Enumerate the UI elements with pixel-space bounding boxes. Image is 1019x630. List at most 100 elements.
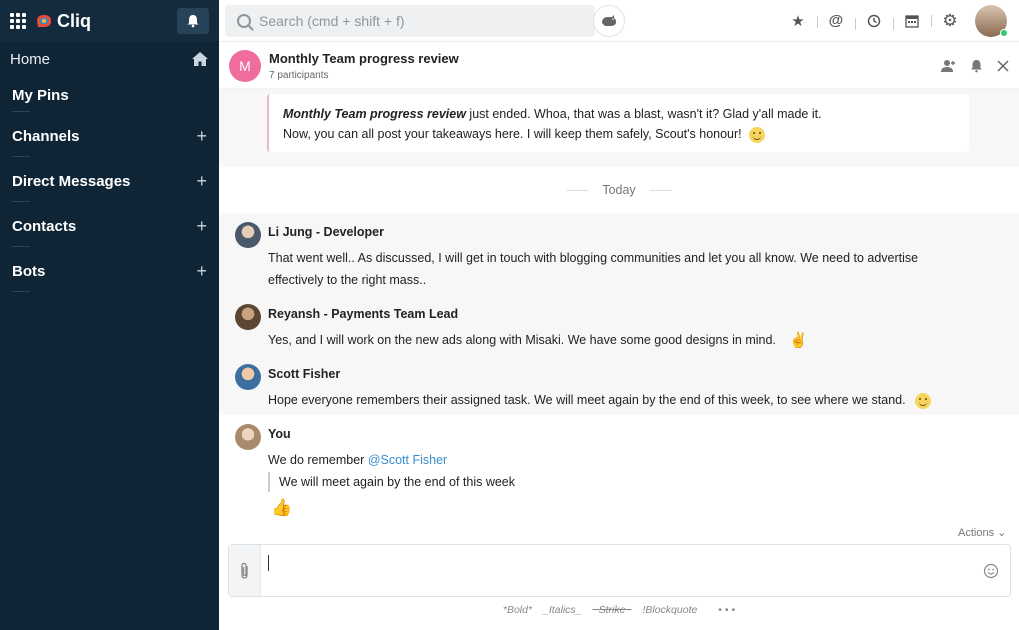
message-text-content: We do remember [268,453,368,467]
message-sender[interactable]: Scott Fisher [268,367,340,381]
history-icon [867,14,881,27]
text-cursor [268,555,269,571]
victory-hand-emoji-icon: ✌ [789,331,809,349]
conversation-info[interactable]: Monthly Team progress review 7 participa… [269,51,459,81]
avatar[interactable] [235,222,261,248]
participants-count[interactable]: 7 participants [269,70,459,81]
notification-bell-button[interactable] [177,8,209,34]
message-item: You We do remember @Scott Fisher We will… [219,415,1019,521]
avatar[interactable] [235,424,261,450]
sidebar-item-label: Bots [12,263,46,280]
quoted-text: We will meet again by the end of this we… [268,472,515,492]
search-placeholder: Search (cmd + shift + f) [259,12,405,29]
add-channel-button[interactable]: + [196,126,207,147]
history-button[interactable] [855,14,893,30]
app-name: Cliq [57,10,91,31]
conversation-title: Monthly Team progress review [269,50,459,66]
app-logo[interactable]: Cliq [35,11,91,32]
search-icon [237,13,251,28]
bot-message-line-2: Now, you can all post your takeaways her… [283,124,955,144]
search-input[interactable]: Search (cmd + shift + f) [225,4,595,37]
top-bar: Search (cmd + shift + f) ★ @ ⚙ [219,0,1019,42]
more-formats-button[interactable]: • • • [718,604,735,616]
sidebar-item-contacts[interactable]: Contacts + [0,204,219,249]
add-participant-icon[interactable] [941,59,956,73]
mentions-button[interactable]: @ [817,12,855,29]
date-divider-label: Today [602,183,636,197]
message-item: Scott Fisher Hope everyone remembers the… [219,355,1019,415]
message-text: We do remember @Scott Fisher [268,449,948,471]
home-icon [192,52,208,66]
online-status-dot [1000,28,1008,37]
message-sender[interactable]: Li Jung - Developer [268,225,384,239]
message-list[interactable]: Monthly Team progress review just ended.… [219,89,1019,521]
message-text-content: Yes, and I will work on the new ads alon… [268,333,776,347]
sidebar-home[interactable]: Home [0,42,219,76]
new-chat-button[interactable] [593,4,625,37]
message-sender[interactable]: Reyansh - Payments Team Lead [268,307,458,321]
calendar-button[interactable] [893,14,931,30]
format-hint-blockquote: !Blockquote [642,604,698,616]
sidebar-item-label: My Pins [12,86,69,104]
avatar[interactable] [235,304,261,330]
message-sender[interactable]: You [268,427,291,441]
bot-message-line-1: Monthly Team progress review just ended.… [283,104,955,124]
user-avatar[interactable] [975,4,1008,37]
format-hints: *Bold* _Italics_ ~Strike~ !Blockquote • … [219,604,1019,616]
conversation-actions [941,59,1009,73]
sidebar-item-bots[interactable]: Bots + [0,249,219,294]
bot-message-card: Monthly Team progress review just ended.… [267,94,969,152]
message-text-content: Hope everyone remembers their assigned t… [268,393,906,407]
home-label: Home [10,50,51,68]
user-mention-link[interactable]: @Scott Fisher [368,453,447,467]
at-icon: @ [828,12,844,29]
sidebar-item-my-pins[interactable]: My Pins [0,76,219,114]
top-icons: ★ @ ⚙ [779,0,1019,42]
thumbs-up-emoji-icon: 👍 [271,498,293,517]
emoji-picker-button[interactable] [972,545,1010,596]
gear-icon: ⚙ [942,10,958,30]
close-icon[interactable] [997,59,1009,72]
smile-emoji-icon [749,126,766,143]
message-item: Li Jung - Developer That went well.. As … [219,213,1019,295]
message-text: Hope everyone remembers their assigned t… [268,389,948,411]
add-contact-button[interactable]: + [196,216,207,237]
format-hint-bold: *Bold* [502,604,533,616]
sidebar-item-label: Channels [12,128,80,145]
message-composer[interactable] [228,544,1011,597]
calendar-icon [905,14,919,28]
date-divider: Today [219,167,1019,213]
paperclip-icon [240,562,248,579]
avatar[interactable] [235,364,261,390]
starred-button[interactable]: ★ [779,12,817,30]
add-bot-button[interactable]: + [196,261,207,282]
add-direct-message-button[interactable]: + [196,171,207,192]
bell-icon [187,15,199,28]
cliq-logo-icon [37,15,51,27]
smiley-icon [983,563,999,578]
star-icon: ★ [791,12,805,30]
bot-message-text: Now, you can all post your takeaways her… [283,127,742,141]
sidebar: Cliq Home My Pins Channels + Direct Mess… [0,0,219,630]
app-grid-icon[interactable] [10,13,26,29]
sidebar-top: Cliq [0,0,219,42]
message-text: That went well.. As discussed, I will ge… [268,251,919,287]
actions-menu[interactable]: Actions ⌄ [958,526,1006,539]
format-hint-strike: ~Strike~ [592,604,632,616]
bird-icon [602,14,616,26]
message-text: Yes, and I will work on the new ads alon… [268,329,948,352]
bot-message-title: Monthly Team progress review [283,107,466,121]
sidebar-item-label: Direct Messages [12,173,131,190]
conversation-avatar: M [229,49,261,82]
settings-button[interactable]: ⚙ [931,11,969,31]
smile-emoji-icon [915,392,932,409]
sidebar-item-direct-messages[interactable]: Direct Messages + [0,159,219,204]
bot-message-text: just ended. Whoa, that was a blast, wasn… [465,107,822,121]
message-item: Reyansh - Payments Team Lead Yes, and I … [219,295,1019,355]
attach-button[interactable] [229,545,261,596]
format-hint-italics: _Italics_ [542,604,582,616]
conversation-header: M Monthly Team progress review 7 partici… [219,43,1019,89]
sidebar-item-channels[interactable]: Channels + [0,114,219,159]
bell-icon[interactable] [970,59,983,73]
sidebar-item-label: Contacts [12,218,77,235]
